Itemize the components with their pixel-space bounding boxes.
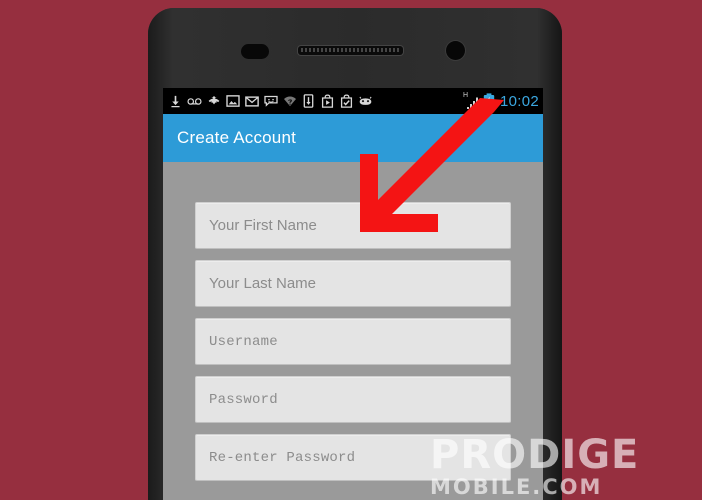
wifi-question-icon: [282, 94, 297, 109]
sms-message-icon: [263, 94, 278, 109]
proximity-sensor: [241, 44, 269, 59]
username-input[interactable]: Username: [195, 318, 511, 365]
voicemail-icon: [187, 94, 202, 109]
speaker-grille: [298, 46, 403, 55]
speaker-mesh: [301, 48, 400, 52]
phone-screen: H 10:02 Create Account Your First Name Y…: [163, 88, 543, 500]
status-bar: H 10:02: [163, 88, 543, 114]
status-bar-clock: 10:02: [499, 92, 539, 110]
screenshot-stage: H 10:02 Create Account Your First Name Y…: [0, 0, 702, 500]
last-name-placeholder: Your Last Name: [209, 275, 317, 292]
front-camera: [446, 41, 465, 60]
last-name-input[interactable]: Your Last Name: [195, 260, 511, 307]
password-placeholder: Password: [209, 391, 278, 408]
signal-bars-icon: H: [463, 92, 480, 109]
reenter-password-placeholder: Re-enter Password: [209, 449, 356, 466]
status-bar-system-icons: H 10:02: [463, 92, 539, 110]
battery-charging-icon: [483, 93, 495, 109]
username-placeholder: Username: [209, 333, 278, 350]
first-name-placeholder: Your First Name: [209, 217, 317, 234]
page-title: Create Account: [177, 128, 297, 147]
create-account-form: Your First Name Your Last Name Username …: [163, 162, 543, 500]
download-icon: [168, 94, 183, 109]
first-name-input[interactable]: Your First Name: [195, 202, 511, 249]
image-icon: [225, 94, 240, 109]
reenter-password-input[interactable]: Re-enter Password: [195, 434, 511, 481]
app-update-bag-icon: [339, 94, 354, 109]
password-input[interactable]: Password: [195, 376, 511, 423]
usb-device-icon: [301, 94, 316, 109]
status-bar-notification-icons: [168, 94, 463, 109]
app-bar: Create Account: [163, 114, 543, 162]
play-store-bag-icon: [320, 94, 335, 109]
phone-device: H 10:02 Create Account Your First Name Y…: [148, 8, 562, 500]
android-head-icon: [358, 94, 373, 109]
missed-call-icon: [206, 94, 221, 109]
gmail-icon: [244, 94, 259, 109]
